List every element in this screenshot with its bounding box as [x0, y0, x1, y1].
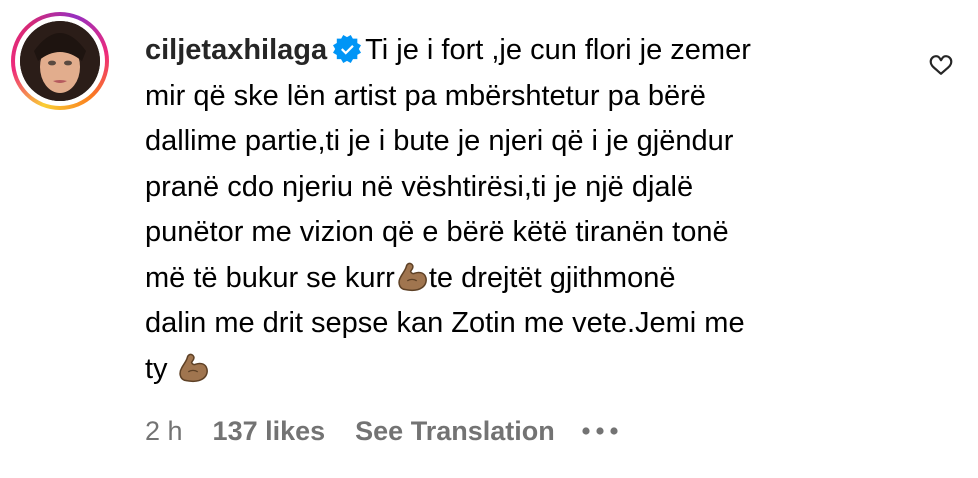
comment-line-8: dalin me drit sepse kan Zotin me vete.Je… [145, 307, 745, 339]
comment-line-6: më të bukur se kurr [145, 261, 395, 294]
comment-line-5: punëtor me vizion që e bërë këtë tiranën… [145, 216, 729, 248]
comment-item: ciljetaxhilaga Ti je i fort ,je cun flori… [0, 0, 978, 478]
likes-count-button[interactable]: 137 likes [213, 416, 326, 447]
see-translation-button[interactable]: See Translation [355, 416, 555, 447]
comment-line-3: dallime partie,ti je i bute je njeri që … [145, 125, 734, 157]
comment-text: ciljetaxhilaga Ti je i fort ,je cun flori… [145, 28, 905, 392]
comment-line-4: pranë cdo njeriu në vështirësi,ti je një… [145, 170, 694, 203]
flexed-biceps-emoji-icon [178, 353, 208, 382]
comment-line-2: mir që ske lën artist pa mbërshtetur pa … [145, 79, 706, 112]
comment-meta: 2 h 137 likes See Translation [145, 414, 619, 448]
heart-outline-icon[interactable] [928, 52, 954, 78]
avatar-story-ring[interactable] [11, 12, 109, 110]
verified-badge-icon [333, 35, 362, 63]
comment-body: ciljetaxhilaga Ti je i fort ,je cun flori… [145, 28, 905, 392]
more-dots-icon[interactable] [581, 426, 619, 436]
username-link[interactable]: ciljetaxhilaga [145, 34, 327, 66]
flexed-biceps-emoji-icon [398, 262, 427, 291]
avatar-face-image [20, 21, 100, 101]
comment-line-1: Ti je i fort ,je cun flori je zemer [365, 34, 751, 66]
comment-line-9: ty [145, 352, 176, 385]
avatar[interactable] [20, 21, 100, 101]
comment-line-7: te drejtët gjithmonë [428, 261, 676, 294]
timestamp[interactable]: 2 h [145, 416, 183, 447]
